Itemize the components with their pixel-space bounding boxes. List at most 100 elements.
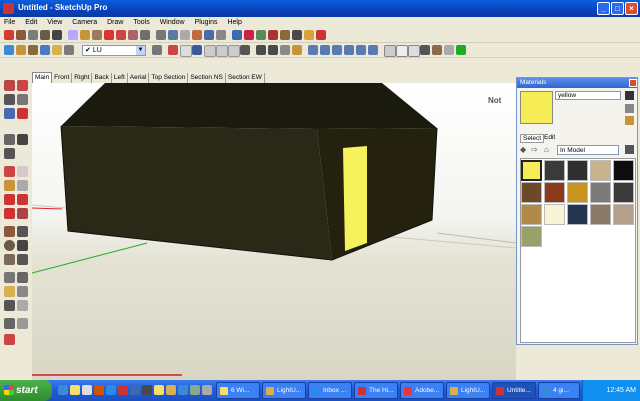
menu-plugins[interactable]: Plugins [191,17,222,28]
plugin-icon[interactable] [456,45,466,55]
monochrome-icon[interactable] [444,45,454,55]
zoom-window-icon[interactable] [204,30,214,40]
tab-front[interactable]: Front [52,73,73,83]
menu-camera[interactable]: Camera [68,17,101,28]
save-icon[interactable] [192,45,202,55]
move-icon[interactable] [4,194,15,205]
menu-edit[interactable]: Edit [21,17,41,28]
swatch-13[interactable] [567,204,588,225]
rectangle-tool-icon[interactable] [28,30,38,40]
undo-icon[interactable] [256,45,266,55]
axes-icon[interactable] [4,300,15,311]
follow-me-icon[interactable] [17,208,28,219]
explorer-icon[interactable] [154,385,164,395]
3d-text-icon[interactable] [17,300,28,311]
arc-tool-icon[interactable] [52,30,62,40]
rectangle-icon[interactable] [4,226,15,237]
menu-draw[interactable]: Draw [103,17,127,28]
tab-right[interactable]: Right [72,73,93,83]
house-door[interactable] [343,146,367,251]
circle-tool-icon[interactable] [40,30,50,40]
swatch-2[interactable] [544,160,565,181]
tab-section-ns[interactable]: Section NS [188,73,226,83]
collection-select[interactable]: In Model [557,145,619,155]
walk-left-icon[interactable] [4,318,15,329]
redo-icon[interactable] [268,45,278,55]
polygon-icon[interactable] [4,254,15,265]
model-info-icon[interactable] [292,45,302,55]
xray-icon[interactable] [384,45,396,57]
folder-icon[interactable] [70,385,80,395]
offset-tool-icon[interactable] [140,30,150,40]
paste-icon[interactable] [228,45,240,57]
swatch-8[interactable] [567,182,588,203]
menu-tools[interactable]: Tools [129,17,153,28]
swatch-10[interactable] [613,182,634,203]
select-tool-icon[interactable] [4,30,14,40]
swatch-11[interactable] [521,204,542,225]
move-tool-icon[interactable] [104,30,114,40]
share-model-icon[interactable] [244,30,254,40]
iso-view-icon[interactable] [308,45,318,55]
shaded-icon[interactable] [420,45,430,55]
google-earth-icon[interactable] [256,30,266,40]
close-button[interactable]: × [625,2,638,15]
swatch-15[interactable] [613,204,634,225]
firefox-icon[interactable] [94,385,104,395]
eraser-tool-icon[interactable] [68,30,78,40]
circle-icon[interactable] [4,240,15,251]
menu-view[interactable]: View [43,17,66,28]
layer-manager-icon[interactable] [16,45,26,55]
eraser-icon[interactable] [17,166,28,177]
protractor-icon[interactable] [4,286,15,297]
paint-icon[interactable] [4,180,15,191]
sample-paint-icon[interactable] [625,116,634,125]
menu-file[interactable]: File [0,17,19,28]
panel-close-icon[interactable] [629,79,637,87]
tape-icon[interactable] [4,272,15,283]
swatch-5[interactable] [613,160,634,181]
hidden-line-icon[interactable] [408,45,420,57]
show-desktop-icon[interactable] [190,385,200,395]
swatch-4[interactable] [590,160,611,181]
details-icon[interactable] [625,145,634,154]
select-icon[interactable] [4,80,15,91]
rotate-icon[interactable] [17,194,28,205]
tab-top-section[interactable]: Top Section [149,73,189,83]
zoom-icon[interactable] [4,108,15,119]
minimize-button[interactable]: _ [597,2,610,15]
scale-icon[interactable] [4,208,15,219]
taskbar-button-7[interactable]: Untitle... [492,382,536,399]
make-component-icon[interactable] [17,80,28,91]
quicklaunch-app-icon[interactable] [142,385,152,395]
photo-textures-icon[interactable] [292,30,302,40]
toggle-terrain-icon[interactable] [280,30,290,40]
layer-properties-icon[interactable] [152,45,162,55]
print-icon[interactable] [280,45,290,55]
default-material-icon[interactable] [625,104,634,113]
orbit-tool-icon[interactable] [168,30,178,40]
tab-section-ew[interactable]: Section EW [225,73,265,83]
components-icon[interactable] [64,45,74,55]
globe-icon[interactable] [4,45,14,55]
section-icon[interactable] [17,318,28,329]
home-icon[interactable]: ⌂ [544,146,552,154]
top-view-icon[interactable] [320,45,330,55]
browser-icon[interactable] [58,385,68,395]
back-arrow-icon[interactable]: ◆ [520,146,528,154]
cut-icon[interactable] [204,45,216,57]
tab-edit[interactable]: Edit [542,134,557,141]
layer-tool-icon[interactable] [28,45,38,55]
media-icon[interactable] [118,385,128,395]
open-file-icon[interactable] [180,45,192,57]
forward-arrow-icon[interactable]: ⇨ [531,146,539,154]
shadow-toggle-icon[interactable] [40,45,50,55]
line-icon[interactable] [17,226,28,237]
taskbar-button-1[interactable]: 6 Wi... [216,382,260,399]
create-material-icon[interactable] [625,91,634,100]
zoom-tool-icon[interactable] [192,30,202,40]
desktop-icon[interactable] [82,385,92,395]
shaded-textures-icon[interactable] [432,45,442,55]
dimension-icon[interactable] [17,272,28,283]
sketchup-quick-icon[interactable] [166,385,176,395]
